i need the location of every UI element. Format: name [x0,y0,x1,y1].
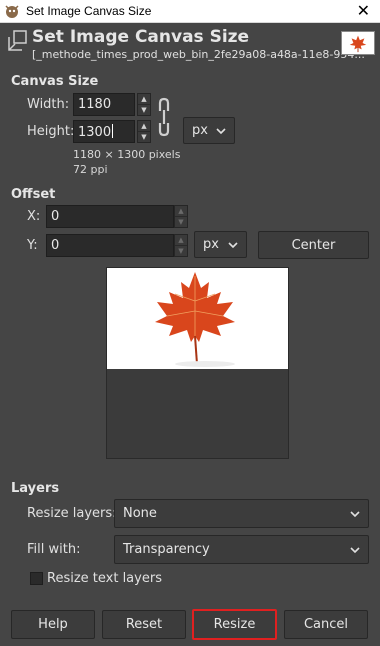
image-name: [_methode_times_prod_web_bin_2fe29a08-a4… [32,48,365,61]
width-increment-icon[interactable]: ▲ [138,94,150,105]
window-title: Set Image Canvas Size [26,4,152,18]
height-spinner[interactable]: ▲ ▼ [137,120,151,143]
offset-unit-select[interactable]: px [194,231,247,258]
chain-link-icon[interactable] [156,97,172,137]
fill-with-select[interactable]: Transparency [114,535,369,564]
height-input[interactable]: 1300 [73,120,135,143]
gimp-app-icon [5,5,19,18]
chevron-down-icon [216,127,226,134]
offset-x-value: 0 [51,209,60,224]
height-decrement-icon[interactable]: ▼ [138,132,150,143]
offset-y-input[interactable]: 0 [46,234,174,257]
offset-y-increment-icon[interactable]: ▲ [175,235,187,246]
height-value: 1300 [78,125,112,140]
offset-y-value: 0 [51,238,60,253]
resize-text-layers-label[interactable]: Resize text layers [47,571,162,586]
fill-with-label: Fill with: [27,542,81,557]
image-thumbnail [341,31,375,55]
offset-y-label: Y: [27,238,38,253]
width-label: Width: [27,97,70,112]
offset-x-increment-icon[interactable]: ▲ [175,206,187,217]
dialog-title: Set Image Canvas Size [32,27,250,47]
pixel-dimensions: 1180 × 1300 pixels [73,148,181,161]
canvas-size-icon [8,30,27,51]
close-icon[interactable]: ✕ [357,1,370,21]
reset-button[interactable]: Reset [102,610,186,639]
resize-layers-value: None [123,506,157,521]
chevron-down-icon [228,241,238,248]
offset-y-spinner[interactable]: ▲ ▼ [174,234,188,257]
maple-leaf-image [107,268,288,369]
offset-x-decrement-icon[interactable]: ▼ [175,217,187,228]
canvas-unit-value: px [192,123,208,138]
center-button[interactable]: Center [258,231,369,259]
width-decrement-icon[interactable]: ▼ [138,105,150,116]
offset-x-spinner[interactable]: ▲ ▼ [174,205,188,228]
offset-x-label: X: [27,209,41,224]
cancel-button[interactable]: Cancel [284,610,368,639]
width-value: 1180 [78,97,112,112]
layers-heading: Layers [11,481,60,496]
offset-unit-value: px [203,237,219,252]
width-spinner[interactable]: ▲ ▼ [137,93,151,116]
offset-heading: Offset [11,187,56,202]
width-input[interactable]: 1180 [73,93,135,116]
offset-y-decrement-icon[interactable]: ▼ [175,246,187,257]
resize-layers-label: Resize layers: [27,506,117,521]
resize-layers-select[interactable]: None [114,499,369,528]
help-button[interactable]: Help [11,610,95,639]
offset-x-input[interactable]: 0 [46,205,174,228]
resolution-info: 72 ppi [73,163,108,176]
window-titlebar: Set Image Canvas Size ✕ [0,0,380,23]
resize-button[interactable]: Resize [192,609,277,640]
resize-text-layers-checkbox[interactable] [30,572,43,585]
height-increment-icon[interactable]: ▲ [138,121,150,132]
chevron-down-icon [350,546,360,553]
height-label: Height: [27,124,75,139]
dialog-header: Set Image Canvas Size [_methode_times_pr… [0,23,380,67]
fill-with-value: Transparency [123,542,210,557]
chevron-down-icon [350,510,360,517]
canvas-unit-select[interactable]: px [183,117,235,144]
canvas-size-heading: Canvas Size [11,74,99,89]
